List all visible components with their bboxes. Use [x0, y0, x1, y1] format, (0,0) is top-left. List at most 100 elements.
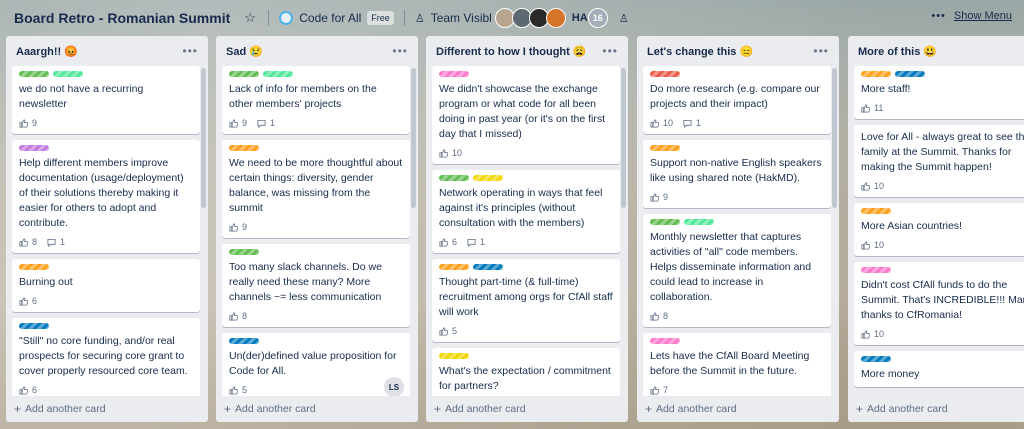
team-button[interactable]: Code for All Free	[279, 11, 394, 25]
add-card-button[interactable]: + Add another card	[856, 402, 948, 416]
card-member-avatar[interactable]: LS	[384, 377, 404, 396]
card-label[interactable]	[861, 356, 891, 362]
scrollbar-thumb[interactable]	[621, 68, 626, 208]
card-label[interactable]	[19, 323, 49, 329]
member-count-badge[interactable]: 16	[587, 8, 608, 28]
vote-badge[interactable]: 9	[229, 118, 247, 128]
list-card[interactable]: We didn't showcase the exchange program …	[432, 66, 620, 164]
list-menu-icon[interactable]: •••	[182, 44, 198, 58]
card-label[interactable]	[473, 264, 503, 270]
card-title: Monthly newsletter that captures activit…	[650, 231, 812, 303]
card-label[interactable]	[684, 219, 714, 225]
list-card[interactable]: Support non-native English speakers like…	[643, 140, 831, 208]
vote-badge[interactable]: 10	[861, 181, 884, 191]
card-label[interactable]	[650, 71, 680, 77]
vote-count: 10	[874, 329, 885, 339]
scrollbar-thumb[interactable]	[201, 68, 206, 208]
list-title[interactable]: More of this 😃	[858, 45, 937, 58]
card-label[interactable]	[439, 175, 469, 181]
card-label[interactable]	[439, 71, 469, 77]
vote-badge[interactable]: 6	[19, 296, 37, 306]
list-scrollbar[interactable]	[832, 66, 837, 396]
list-card[interactable]: Love for All - always great to see the f…	[854, 125, 1024, 197]
list-scrollbar[interactable]	[201, 66, 206, 396]
list-card[interactable]: We need to be more thoughtful about cert…	[222, 140, 410, 238]
list-menu-icon[interactable]: •••	[602, 44, 618, 58]
vote-badge[interactable]: 10	[439, 148, 462, 158]
list-card[interactable]: More staff! 11	[854, 66, 1024, 119]
list-card[interactable]: "Still" no core funding, and/or real pro…	[12, 318, 200, 396]
vote-badge[interactable]: 8	[229, 311, 247, 321]
list-card[interactable]: What's the expectation / commitment for …	[432, 348, 620, 396]
list-card[interactable]: Network operating in ways that feel agai…	[432, 170, 620, 253]
card-label[interactable]	[229, 145, 259, 151]
vote-badge[interactable]: 8	[650, 311, 668, 321]
list-title[interactable]: Aaargh!! 😡	[16, 45, 78, 58]
list-title[interactable]: Sad 😢	[226, 45, 263, 58]
star-icon[interactable]: ☆	[242, 10, 258, 26]
card-label[interactable]	[263, 71, 293, 77]
list-card[interactable]: Lets have the CfAll Board Meeting before…	[643, 333, 831, 396]
vote-badge[interactable]: 9	[19, 118, 37, 128]
list-card[interactable]: Help different members improve documenta…	[12, 140, 200, 253]
visibility-button[interactable]: ♙ Team Visibl	[415, 11, 491, 25]
card-label[interactable]	[229, 338, 259, 344]
card-label[interactable]	[229, 71, 259, 77]
list-menu-icon[interactable]: •••	[392, 44, 408, 58]
vote-badge[interactable]: 8	[19, 237, 37, 247]
list-title[interactable]: Different to how I thought 😩	[436, 45, 587, 58]
card-label[interactable]	[53, 71, 83, 77]
vote-badge[interactable]: 9	[229, 222, 247, 232]
vote-badge[interactable]: 7	[650, 385, 668, 395]
scrollbar-thumb[interactable]	[411, 68, 416, 208]
list-title[interactable]: Let's change this 😑	[647, 45, 753, 58]
list-card[interactable]: Too many slack channels. Do we really ne…	[222, 244, 410, 327]
list-card[interactable]: we do not have a recurring newsletter 9	[12, 66, 200, 134]
list-card[interactable]: Monthly newsletter that captures activit…	[643, 214, 831, 327]
card-label[interactable]	[19, 145, 49, 151]
card-label[interactable]	[650, 145, 680, 151]
vote-badge[interactable]: 5	[229, 385, 247, 395]
card-label[interactable]	[650, 219, 680, 225]
list-card[interactable]: Lack of info for members on the other me…	[222, 66, 410, 134]
add-card-button[interactable]: + Add another card	[14, 402, 106, 416]
show-menu-button[interactable]: Show Menu	[954, 10, 1012, 22]
vote-badge[interactable]: 10	[861, 329, 884, 339]
add-card-button[interactable]: + Add another card	[645, 402, 737, 416]
avatar[interactable]	[545, 8, 566, 28]
card-label[interactable]	[439, 353, 469, 359]
list-card[interactable]: Thought part-time (& full-time) recruitm…	[432, 259, 620, 342]
card-label[interactable]	[895, 71, 925, 77]
card-label[interactable]	[439, 264, 469, 270]
card-label[interactable]	[861, 208, 891, 214]
more-icon[interactable]: •••	[931, 10, 946, 22]
list-card[interactable]: More money	[854, 351, 1024, 387]
list-card[interactable]: Burning out 6	[12, 259, 200, 312]
vote-badge[interactable]: 11	[861, 103, 883, 113]
list-scrollbar[interactable]	[621, 66, 626, 396]
card-label[interactable]	[19, 264, 49, 270]
card-label[interactable]	[650, 338, 680, 344]
vote-badge[interactable]: 5	[439, 326, 457, 336]
list-card[interactable]: Do more research (e.g. compare our proje…	[643, 66, 831, 134]
card-label[interactable]	[861, 267, 891, 273]
card-label[interactable]	[19, 71, 49, 77]
invite-icon[interactable]: ♙	[619, 12, 633, 25]
add-card-button[interactable]: + Add another card	[224, 402, 316, 416]
vote-badge[interactable]: 6	[439, 237, 457, 247]
list-menu-icon[interactable]: •••	[813, 44, 829, 58]
board-title[interactable]: Board Retro - Romanian Summit	[14, 10, 230, 26]
vote-badge[interactable]: 10	[650, 118, 673, 128]
card-label[interactable]	[473, 175, 503, 181]
scrollbar-thumb[interactable]	[832, 68, 837, 208]
list-scrollbar[interactable]	[411, 66, 416, 396]
vote-badge[interactable]: 10	[861, 240, 884, 250]
vote-badge[interactable]: 6	[19, 385, 37, 395]
vote-badge[interactable]: 9	[650, 192, 668, 202]
card-label[interactable]	[229, 249, 259, 255]
card-label[interactable]	[861, 71, 891, 77]
list-card[interactable]: More Asian countries! 10	[854, 203, 1024, 256]
list-card[interactable]: Un(der)defined value proposition for Cod…	[222, 333, 410, 396]
add-card-button[interactable]: + Add another card	[434, 402, 526, 416]
list-card[interactable]: Didn't cost CfAll funds to do the Summit…	[854, 262, 1024, 345]
